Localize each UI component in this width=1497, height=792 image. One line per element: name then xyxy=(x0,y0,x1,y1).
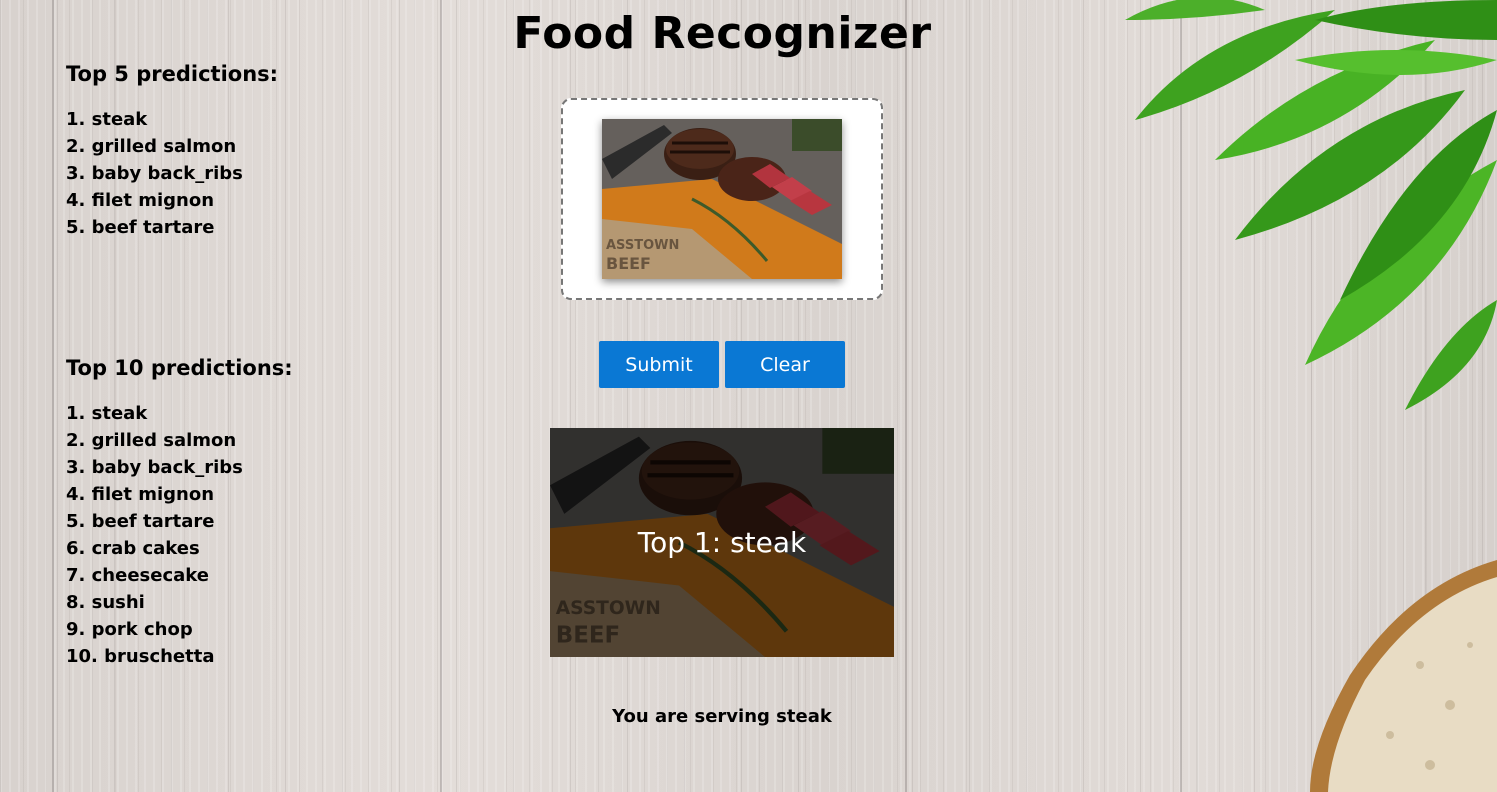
list-item: 4. filet mignon xyxy=(66,190,215,211)
top10-heading: Top 10 predictions: xyxy=(66,356,293,380)
list-item: 3. baby back_ribs xyxy=(66,163,243,184)
serving-text: You are serving steak xyxy=(612,706,832,727)
list-item: 5. beef tartare xyxy=(66,511,215,532)
top5-list: 1. steak 2. grilled salmon 3. baby back_… xyxy=(66,106,278,241)
top10-predictions: Top 10 predictions: 1. steak 2. grilled … xyxy=(66,356,293,670)
wood-plank-seam xyxy=(905,0,907,792)
svg-text:ASSTOWN: ASSTOWN xyxy=(606,238,679,253)
wood-plank-seam xyxy=(440,0,442,792)
list-item: 3. baby back_ribs xyxy=(66,457,243,478)
steak-photo: ASSTOWN BEEF xyxy=(602,119,842,279)
list-item: 4. filet mignon xyxy=(66,484,215,505)
list-item: 1. steak xyxy=(66,109,148,130)
list-item: 8. sushi xyxy=(66,592,145,613)
top5-predictions: Top 5 predictions: 1. steak 2. grilled s… xyxy=(66,62,278,241)
list-item: 7. cheesecake xyxy=(66,565,209,586)
svg-text:BEEF: BEEF xyxy=(606,254,651,273)
leaves-decoration xyxy=(1125,0,1497,410)
list-item: 10. bruschetta xyxy=(66,646,215,667)
list-item: 5. beef tartare xyxy=(66,217,215,238)
result-card: ASSTOWN BEEF Top 1: steak xyxy=(550,428,894,657)
top1-caption: Top 1: steak xyxy=(637,526,807,559)
list-item: 9. pork chop xyxy=(66,619,193,640)
bread-decoration xyxy=(1310,560,1497,792)
list-item: 1. steak xyxy=(66,403,148,424)
list-item: 2. grilled salmon xyxy=(66,430,237,451)
image-dropzone[interactable]: ASSTOWN BEEF xyxy=(561,98,883,300)
list-item: 6. crab cakes xyxy=(66,538,200,559)
top5-heading: Top 5 predictions: xyxy=(66,62,279,86)
wood-plank-seam xyxy=(52,0,54,792)
top10-list: 1. steak 2. grilled salmon 3. baby back_… xyxy=(66,400,293,670)
clear-button[interactable]: Clear xyxy=(725,341,845,388)
submit-button[interactable]: Submit xyxy=(599,341,719,388)
list-item: 2. grilled salmon xyxy=(66,136,237,157)
uploaded-image-preview: ASSTOWN BEEF xyxy=(602,119,842,279)
